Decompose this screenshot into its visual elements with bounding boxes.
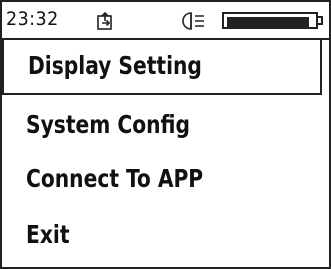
menu-item-label: Connect To APP [26, 164, 204, 193]
battery-fill [227, 17, 309, 28]
clock-time: 23:32 [6, 8, 59, 30]
battery-tip [318, 16, 323, 25]
device-screen: 23:32 Display Setting System Config Conn… [0, 0, 331, 269]
battery-body [222, 12, 318, 29]
menu-item-label: Display Setting [28, 51, 202, 80]
light-icon [182, 12, 204, 30]
menu-item-label: Exit [26, 220, 70, 249]
menu-item-display-setting[interactable]: Display Setting [2, 40, 322, 95]
main-menu: Display Setting System Config Connect To… [2, 40, 329, 263]
menu-item-label: System Config [26, 110, 191, 139]
menu-item-system-config[interactable]: System Config [2, 95, 329, 151]
menu-item-exit[interactable]: Exit [2, 207, 329, 263]
menu-item-connect-to-app[interactable]: Connect To APP [2, 151, 329, 207]
status-bar: 23:32 [2, 2, 329, 40]
battery-icon [222, 12, 323, 29]
export-icon [97, 11, 112, 30]
